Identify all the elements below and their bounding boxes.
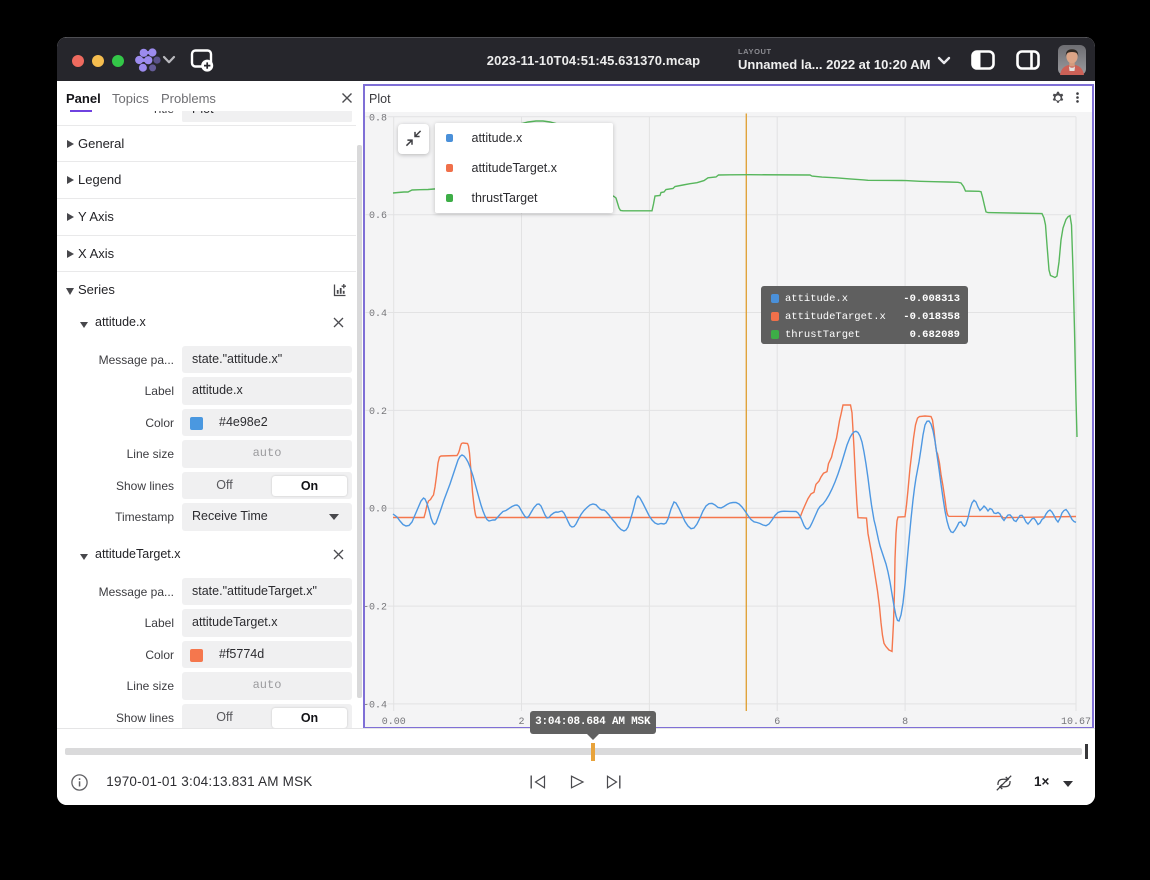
svg-text:0.6: 0.6 — [369, 211, 387, 222]
svg-text:8: 8 — [902, 717, 908, 727]
svg-text:0.8: 0.8 — [369, 113, 387, 124]
svg-text:10.67: 10.67 — [1061, 717, 1091, 727]
svg-text:-0.2: -0.2 — [365, 603, 387, 614]
svg-text:0.4: 0.4 — [369, 309, 387, 320]
svg-text:2: 2 — [518, 717, 524, 727]
svg-text:0.0: 0.0 — [369, 505, 387, 516]
svg-text:6: 6 — [774, 717, 780, 727]
svg-text:-0.4: -0.4 — [365, 700, 387, 711]
svg-text:0.00: 0.00 — [382, 717, 406, 727]
svg-text:0.2: 0.2 — [369, 407, 387, 418]
